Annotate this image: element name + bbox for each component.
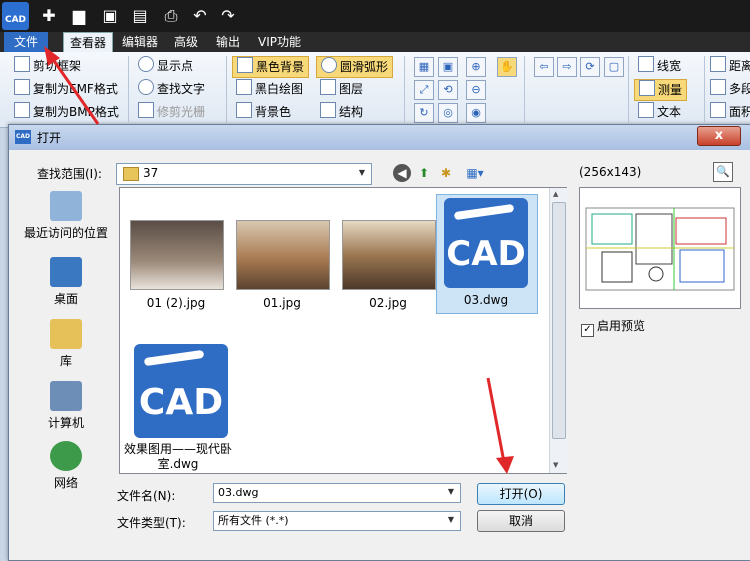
annotation-arrow-file-menu (50, 57, 100, 125)
annotation-arrows (44, 46, 514, 474)
annotation-arrow-open-button (486, 377, 506, 463)
arrowhead-icon (496, 456, 514, 474)
arrowhead-icon (44, 46, 60, 66)
